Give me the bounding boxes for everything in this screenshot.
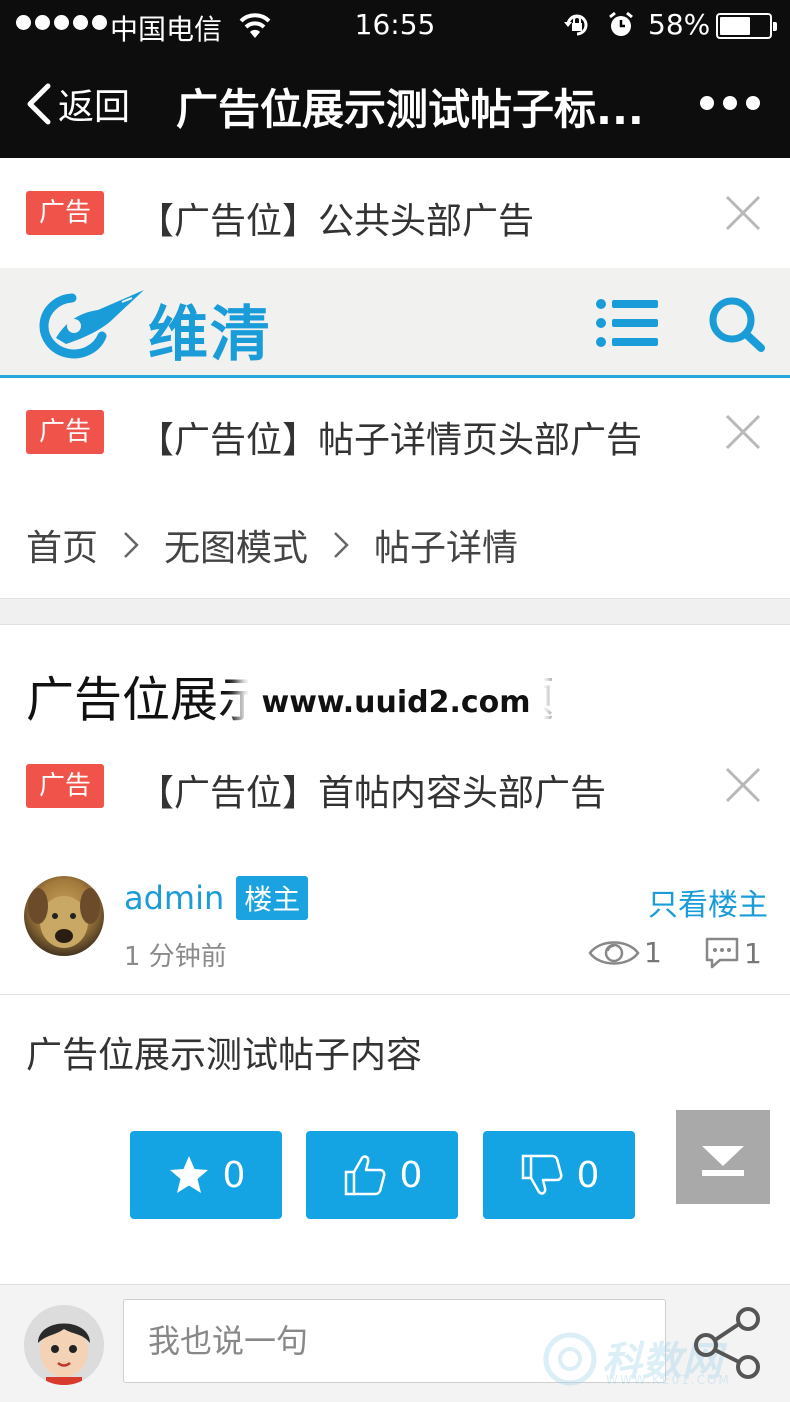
ad-banner-detail-header[interactable]: 广告 【广告位】帖子详情页头部广告	[0, 378, 790, 488]
ad-banner-first-post[interactable]: 广告 【广告位】首帖内容头部广告	[0, 730, 790, 840]
ad-text[interactable]: 【广告位】首帖内容头部广告	[138, 764, 606, 816]
page-title: 广告位展示测试帖子标...	[176, 85, 644, 134]
breadcrumb-item-home[interactable]: 首页	[26, 519, 98, 571]
arrow-down-icon	[702, 1146, 744, 1176]
section-divider	[0, 598, 790, 625]
ad-badge: 广告	[26, 764, 104, 808]
alarm-icon	[609, 11, 633, 36]
search-icon[interactable]	[706, 296, 766, 352]
close-icon[interactable]	[722, 411, 764, 453]
like-button[interactable]: 0	[306, 1131, 458, 1219]
close-icon[interactable]	[722, 192, 764, 234]
post-body: 广告位展示测试帖子内容	[26, 1035, 423, 1076]
scroll-bottom-button[interactable]	[676, 1110, 770, 1204]
comments-count: 1	[744, 936, 762, 970]
owner-badge: 楼主	[236, 876, 309, 920]
share-icon[interactable]	[692, 1305, 768, 1381]
reply-input[interactable]	[123, 1299, 666, 1383]
navigation-bar: 返回 广告位展示测试帖子标...	[0, 52, 790, 158]
battery-icon	[716, 13, 777, 39]
ad-badge: 广告	[26, 191, 104, 235]
favorite-count: 0	[222, 1154, 246, 1196]
thumbs-down-icon	[521, 1154, 563, 1195]
close-icon[interactable]	[722, 764, 764, 806]
brand-name: 维清	[148, 300, 272, 370]
chevron-left-icon	[27, 83, 51, 125]
ad-badge: 广告	[26, 410, 104, 454]
views-count: 1	[644, 936, 662, 969]
rotation-lock-icon	[564, 14, 588, 36]
favorite-button[interactable]: 0	[130, 1131, 282, 1219]
author-info: admin 楼主	[124, 876, 309, 920]
author-name[interactable]: admin	[124, 879, 224, 917]
chevron-right-icon	[98, 527, 164, 563]
author-avatar[interactable]	[24, 876, 104, 956]
comments-stat: 1	[704, 936, 762, 970]
user-avatar[interactable]	[24, 1305, 104, 1385]
dislike-button[interactable]: 0	[483, 1131, 635, 1219]
dislike-count: 0	[576, 1154, 600, 1196]
breadcrumb-item-current: 帖子详情	[374, 528, 519, 569]
top-bar: 中国电信 16:55 58% 返回 广告位展示测试帖子标...	[0, 0, 790, 158]
ad-text[interactable]: 【广告位】帖子详情页头部广告	[138, 411, 642, 463]
watermark: www.uuid2.com	[248, 664, 544, 740]
eye-icon	[588, 940, 640, 965]
breadcrumb: 首页 无图模式 帖子详情	[26, 520, 518, 570]
logo-icon	[39, 290, 144, 359]
ad-text[interactable]: 【广告位】公共头部广告	[138, 192, 534, 244]
status-bar: 中国电信 16:55 58%	[0, 0, 790, 52]
thumbs-up-icon	[344, 1155, 386, 1196]
views-stat: 1	[588, 936, 662, 969]
reply-bar: 科数网 WWW.KE01.COM	[0, 1284, 790, 1402]
site-header: 维清	[0, 268, 790, 378]
like-count: 0	[399, 1154, 423, 1196]
back-label: 返回	[58, 87, 131, 128]
more-dots-icon[interactable]	[700, 96, 760, 110]
star-icon	[169, 1156, 208, 1193]
divider	[0, 994, 790, 995]
breadcrumb-item-mode[interactable]: 无图模式	[164, 519, 308, 571]
ad-banner-top[interactable]: 广告 【广告位】公共头部广告	[0, 158, 790, 268]
back-button[interactable]: 返回	[24, 74, 130, 134]
only-owner-button[interactable]: 只看楼主	[648, 880, 768, 924]
post-time: 1 分钟前	[124, 942, 227, 972]
comment-icon	[705, 937, 739, 969]
menu-icon[interactable]	[596, 298, 660, 348]
chevron-right-icon	[308, 527, 374, 563]
battery-percent: 58%	[648, 8, 711, 41]
